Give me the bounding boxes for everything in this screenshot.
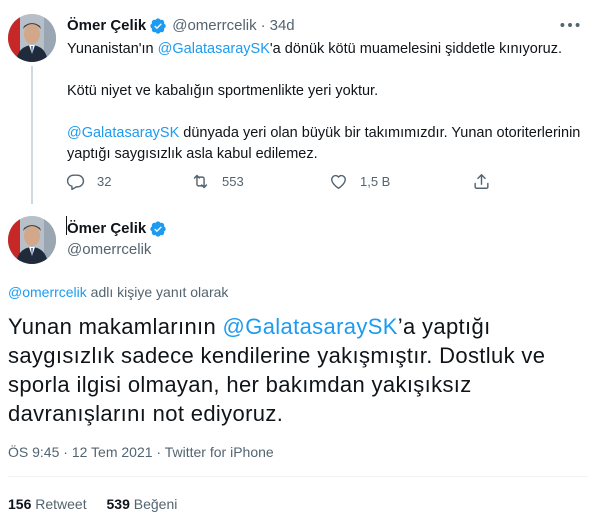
tweet-1[interactable]: Ömer Çelik @omerrcelik · 34d Yunanistan'… bbox=[0, 0, 595, 205]
author-name[interactable]: Ömer Çelik bbox=[67, 219, 146, 239]
mention-link[interactable]: @GalatasaraySK bbox=[67, 125, 179, 141]
author-name-row: Ömer Çelik bbox=[67, 219, 167, 239]
retweets-stat[interactable]: 156 Retweet bbox=[8, 496, 87, 512]
share-button[interactable] bbox=[472, 172, 491, 191]
tweet-date[interactable]: 12 Tem 2021 bbox=[72, 444, 153, 460]
author-handle[interactable]: @omerrcelik bbox=[172, 16, 256, 36]
author-name[interactable]: Ömer Çelik bbox=[67, 16, 146, 36]
like-icon bbox=[331, 174, 346, 189]
text-segment: 'a dönük kötü muamelesini şiddetle kınıy… bbox=[269, 41, 563, 57]
reply-to-label: adlı kişiye yanıt olarak bbox=[86, 284, 229, 300]
tweet-stats: 156 Retweet 539 Beğeni bbox=[8, 494, 177, 514]
tweet-text: Yunan makamlarının @GalatasaraySK’a yapt… bbox=[8, 312, 588, 428]
more-icon[interactable] bbox=[557, 12, 583, 38]
verified-icon bbox=[150, 18, 166, 34]
reply-icon bbox=[66, 174, 85, 191]
thread-line bbox=[31, 66, 33, 204]
divider bbox=[8, 476, 588, 477]
author-handle[interactable]: @omerrcelik bbox=[67, 240, 151, 260]
text-segment: Yunanistan'ın bbox=[67, 41, 158, 57]
header-separator: · bbox=[260, 17, 266, 34]
tweet-time[interactable]: ÖS 9:45 bbox=[8, 444, 59, 460]
avatar-photo bbox=[8, 14, 56, 62]
tweet-actions: 32 553 1,5 B bbox=[66, 172, 506, 196]
tweet-source[interactable]: Twitter for iPhone bbox=[165, 444, 274, 460]
retweets-count: 156 bbox=[8, 496, 32, 512]
tweet-line-3: @GalatasaraySK dünyada yeri olan büyük b… bbox=[67, 123, 582, 165]
retweet-button[interactable]: 553 bbox=[191, 172, 244, 191]
avatar-photo bbox=[8, 216, 56, 264]
text-segment: Yunan makamlarının bbox=[8, 314, 223, 339]
avatar[interactable] bbox=[8, 216, 56, 264]
retweet-icon bbox=[193, 174, 208, 189]
verified-icon bbox=[150, 221, 166, 237]
retweets-label: Retweet bbox=[35, 496, 87, 512]
tweet-line-2: Kötü niyet ve kabalığın sportmenlikte ye… bbox=[67, 83, 379, 99]
tweet-text: Yunanistan'ın @GalatasaraySK'a dönük köt… bbox=[67, 39, 582, 165]
likes-count: 539 bbox=[106, 496, 130, 512]
tweet-meta: ÖS 9:45 · 12 Tem 2021 · Twitter for iPho… bbox=[8, 442, 274, 462]
avatar[interactable] bbox=[8, 14, 56, 62]
meta-separator: · bbox=[156, 444, 162, 460]
reply-button[interactable]: 32 bbox=[66, 172, 111, 191]
tweet-time[interactable]: 34d bbox=[270, 16, 295, 36]
like-button[interactable]: 1,5 B bbox=[329, 172, 390, 191]
likes-stat[interactable]: 539 Beğeni bbox=[107, 496, 178, 512]
likes-label: Beğeni bbox=[133, 496, 178, 512]
retweet-count: 553 bbox=[222, 174, 244, 189]
reply-to-link[interactable]: @omerrcelik bbox=[8, 284, 87, 300]
mention-link[interactable]: @GalatasaraySK bbox=[223, 314, 398, 339]
reply-context: @omerrcelik adlı kişiye yanıt olarak bbox=[8, 282, 228, 302]
tweet-header: Ömer Çelik @omerrcelik · 34d bbox=[67, 16, 295, 36]
share-icon bbox=[474, 174, 489, 189]
tweet-line-1: Yunanistan'ın @GalatasaraySK'a dönük köt… bbox=[67, 39, 582, 60]
like-count: 1,5 B bbox=[360, 174, 391, 189]
mention-link[interactable]: @GalatasaraySK bbox=[158, 41, 270, 57]
reply-count: 32 bbox=[97, 174, 112, 189]
meta-separator: · bbox=[63, 444, 68, 460]
